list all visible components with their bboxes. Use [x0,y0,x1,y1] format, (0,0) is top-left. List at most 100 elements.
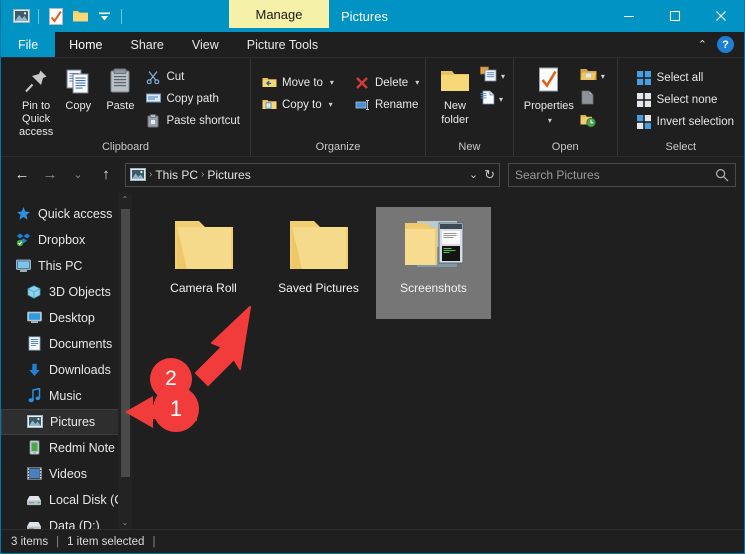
tab-file[interactable]: File [1,32,55,57]
sidebar-item-desktop[interactable]: Desktop [1,305,132,331]
status-bar: 3 items | 1 item selected | [1,529,744,553]
move-to-button[interactable]: Move to ▾ [257,72,338,93]
invert-selection-button[interactable]: Invert selection [632,111,738,132]
select-buttons: Select all Select none [632,62,738,132]
pin-label-line1: Pin to Quick [15,100,57,125]
sidebar-label: Downloads [49,363,111,377]
chevron-down-icon[interactable]: ▾ [499,95,503,104]
properties-button[interactable]: Properties ▾ [520,62,578,125]
delete-button[interactable]: Delete ▾ [350,72,423,93]
forward-button[interactable]: → [37,162,63,188]
delete-icon [354,75,370,91]
copy-path-button[interactable]: Copy path [141,88,244,109]
paste-shortcut-label: Paste shortcut [166,115,240,127]
paste-label: Paste [106,100,134,113]
new-folder-icon[interactable] [69,5,91,27]
paste-shortcut-icon [145,113,161,129]
chevron-down-icon[interactable]: ▾ [548,116,552,125]
back-button[interactable]: ← [9,162,35,188]
pin-to-quick-access-button[interactable]: Pin to Quick access [15,62,57,139]
refresh-icon[interactable]: ↻ [484,167,495,183]
select-all-button[interactable]: Select all [632,67,738,88]
edit-icon [580,90,594,110]
address-dropdown-icon[interactable]: ⌄ [469,168,478,181]
sidebar-item-music[interactable]: Music [1,383,132,409]
chevron-down-icon[interactable]: ▾ [415,78,419,87]
window-title: Pictures [341,0,388,32]
copy-path-icon [145,91,161,107]
paste-shortcut-button[interactable]: Paste shortcut [141,110,244,131]
sidebar-item-downloads[interactable]: Downloads [1,357,132,383]
rename-button[interactable]: Rename [350,94,423,115]
sidebar-item-this-pc[interactable]: This PC [1,253,132,279]
search-icon[interactable] [715,168,729,182]
contextual-tab-manage[interactable]: Manage [229,0,329,28]
maximize-button[interactable] [652,0,698,32]
history-button[interactable] [580,112,605,133]
help-icon[interactable]: ? [717,36,734,53]
new-item-icon [480,66,497,87]
sidebar-label: Documents [49,337,112,351]
breadcrumb-item-this-pc[interactable]: This PC [155,168,198,182]
breadcrumb-separator-2[interactable]: › [201,169,204,180]
select-none-button[interactable]: Select none [632,89,738,110]
chevron-down-icon[interactable]: ▾ [329,100,333,109]
annotation-badge-1: 1 [153,386,199,432]
edit-button[interactable] [580,89,605,110]
history-icon [580,113,596,133]
easy-access-button[interactable]: ▾ [480,89,505,110]
sidebar-item-local-disk-c[interactable]: Local Disk (C:) [1,487,132,513]
tab-view[interactable]: View [178,32,233,57]
ribbon-group-new: New folder [426,58,514,156]
sidebar-item-quick-access[interactable]: Quick access [1,201,132,227]
file-list-view[interactable]: Camera Roll Saved Pictures [132,193,744,529]
sidebar-item-dropbox[interactable]: Dropbox [1,227,132,253]
chevron-down-icon[interactable]: ▾ [330,78,334,87]
qat-separator-2 [121,9,122,24]
phone-icon [26,440,42,456]
move-to-icon [261,75,277,91]
new-item-stack: ▾ ▾ [480,62,505,110]
chevron-down-icon[interactable]: ▾ [601,72,605,81]
collapse-ribbon-icon[interactable]: ⌃ [698,38,707,51]
scroll-up-arrow[interactable]: ⌃ [122,193,129,207]
pictures-library-icon[interactable] [10,5,32,27]
scrollbar-thumb[interactable] [121,209,130,477]
open-button[interactable]: ▾ [580,66,605,87]
content-item-camera-roll[interactable]: Camera Roll [146,207,261,319]
content-item-screenshots[interactable]: Screenshots [376,207,491,319]
new-folder-button[interactable]: New folder [432,62,478,126]
sidebar-item-data-d[interactable]: Data (D:) [1,513,132,529]
properties-icon [536,65,562,97]
sidebar-item-documents[interactable]: Documents [1,331,132,357]
copy-button[interactable]: Copy [57,62,99,113]
minimize-button[interactable] [606,0,652,32]
copy-path-label: Copy path [166,93,218,105]
content-item-saved-pictures[interactable]: Saved Pictures [261,207,376,319]
cut-button[interactable]: Cut [141,66,244,87]
tab-share[interactable]: Share [117,32,178,57]
scroll-down-arrow[interactable]: ⌄ [122,515,129,529]
navigation-pane-scrollbar[interactable]: ⌃ ⌄ [118,193,132,529]
search-box[interactable] [508,163,736,187]
new-item-button[interactable]: ▾ [480,66,505,87]
sidebar-item-pictures[interactable]: Pictures [1,409,132,435]
sidebar-item-redmi-note-5[interactable]: Redmi Note 5 [1,435,132,461]
tab-picture-tools[interactable]: Picture Tools [233,32,332,57]
properties-icon[interactable] [45,5,67,27]
breadcrumb[interactable]: › This PC › Pictures ⌄ ↻ [125,163,500,187]
tab-home[interactable]: Home [55,32,116,57]
recent-locations-button[interactable]: ⌄ [65,162,91,188]
close-button[interactable] [698,0,744,32]
breadcrumb-separator-1[interactable]: › [149,169,152,180]
search-input[interactable] [515,168,715,182]
breadcrumb-item-pictures[interactable]: Pictures [207,168,250,182]
chevron-down-icon[interactable]: ▾ [501,72,505,81]
quick-access-toolbar [1,5,126,27]
sidebar-item-3d-objects[interactable]: 3D Objects [1,279,132,305]
up-button[interactable]: ↑ [93,162,119,188]
copy-to-button[interactable]: Copy to ▾ [257,94,338,115]
customize-qat-icon[interactable] [93,5,115,27]
paste-button[interactable]: Paste [99,62,141,113]
sidebar-item-videos[interactable]: Videos [1,461,132,487]
